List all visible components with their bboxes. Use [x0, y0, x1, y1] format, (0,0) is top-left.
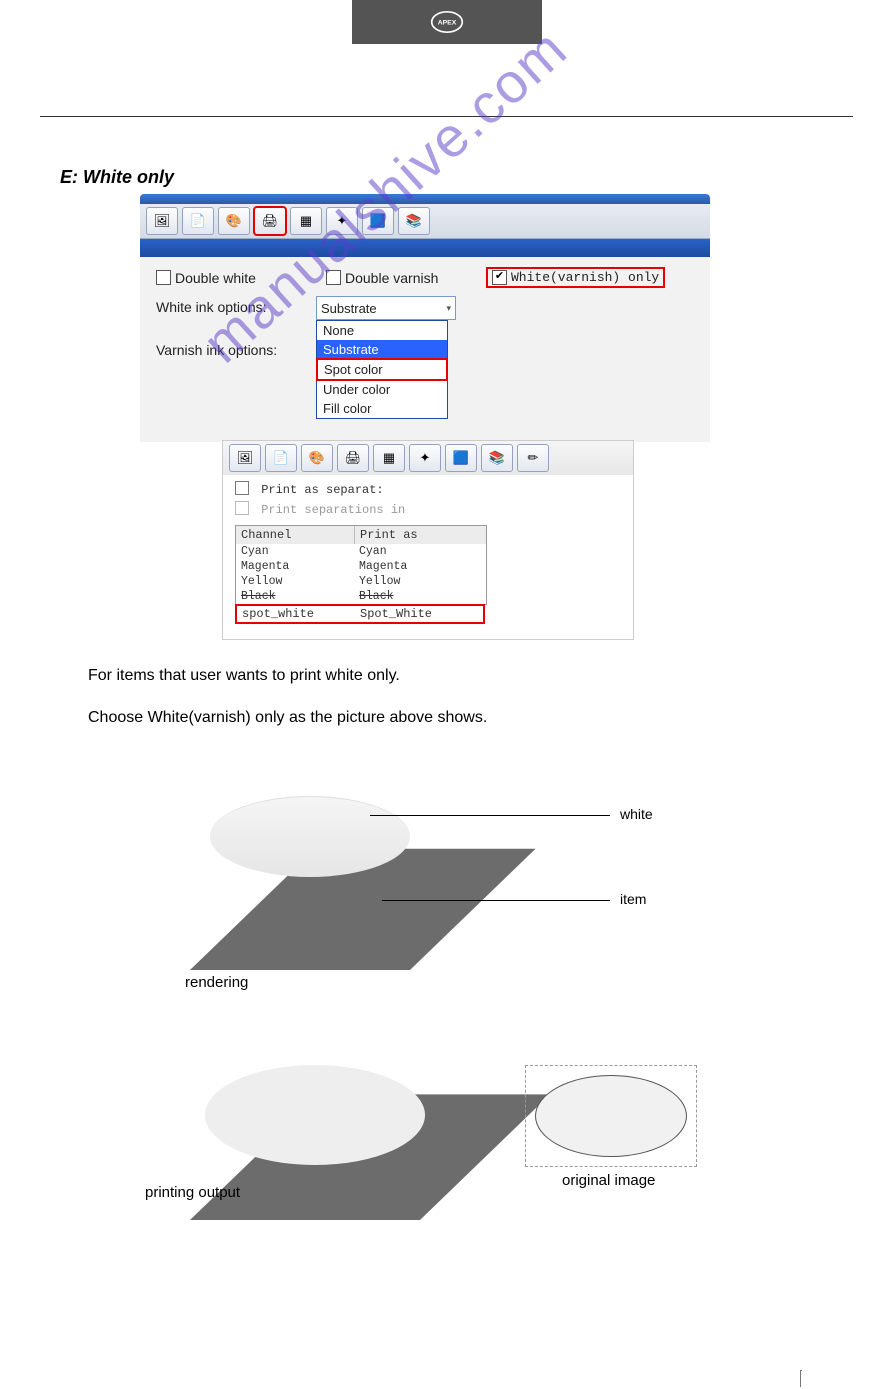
toolbar-btn-6[interactable]: ✦ [326, 207, 358, 235]
toolbar-btn-2[interactable]: 📄 [182, 207, 214, 235]
table-row[interactable]: Yellow Yellow [236, 574, 486, 589]
checkbox-print-as-separat[interactable] [235, 481, 249, 495]
label-white-ink-options: White ink options: [156, 296, 316, 315]
header-bar: APEX [352, 0, 542, 44]
leader-label-white: white [620, 806, 653, 822]
toolbar-btn-1[interactable]: 🖼 [146, 207, 178, 235]
chevron-down-icon: ▾ [446, 303, 451, 314]
screenshot-lower: 🖼 📄 🎨 🖨 ▦ ✦ 🟦 📚 ✏ Print as separat: Prin… [222, 440, 634, 640]
highlight-spot-white-row: spot_white Spot_White [235, 604, 485, 624]
checkbox-double-white[interactable] [156, 270, 171, 285]
diagram-original-oval [535, 1075, 687, 1157]
dropdown-option-spot-color[interactable]: Spot color [316, 358, 448, 381]
tb2-btn-5[interactable]: ▦ [373, 444, 405, 472]
diagram-white-ellipse-2 [205, 1065, 425, 1165]
label-double-varnish: Double varnish [345, 270, 438, 286]
ribbon-strip [140, 239, 710, 257]
dropdown-option-under-color[interactable]: Under color [317, 380, 447, 399]
leader-line-item [382, 900, 610, 901]
dropdown-option-substrate[interactable]: Substrate [317, 340, 447, 359]
dropdown-option-fill-color[interactable]: Fill color [317, 399, 447, 418]
label-white-varnish-only: White(varnish) only [511, 270, 659, 285]
cell-channel: spot_white [237, 606, 355, 622]
diagram-area: white item rendering printing output ori… [60, 770, 833, 1290]
section-title: E: White only [60, 167, 833, 188]
th-printas: Print as [355, 526, 486, 544]
table-row[interactable]: Cyan Cyan [236, 544, 486, 559]
leader-line-white [370, 815, 610, 816]
table-row[interactable]: Black Black [236, 589, 486, 604]
table-row[interactable]: Magenta Magenta [236, 559, 486, 574]
combo-white-ink[interactable]: Substrate ▾ [316, 296, 456, 320]
body-paragraph-2: Choose White(varnish) only as the pictur… [88, 706, 805, 730]
checkbox-double-varnish[interactable] [326, 270, 341, 285]
tb2-btn-6[interactable]: ✦ [409, 444, 441, 472]
options-panel: Double white Double varnish White(varnis… [140, 257, 710, 442]
label-varnish-ink-options: Varnish ink options: [156, 339, 316, 358]
toolbar: 🖼 📄 🎨 🖨 ▦ ✦ 🟦 📚 [140, 204, 710, 239]
screenshot-upper: 🖼 📄 🎨 🖨 ▦ ✦ 🟦 📚 Double white Double varn… [140, 194, 710, 640]
th-channel: Channel [236, 526, 355, 544]
table-row-selected[interactable]: spot_white Spot_White [237, 606, 483, 622]
cell-channel: Black [236, 589, 354, 604]
tb2-btn-3[interactable]: 🎨 [301, 444, 333, 472]
toolbar-btn-8[interactable]: 📚 [398, 207, 430, 235]
cell-printas: Magenta [354, 559, 486, 574]
cell-printas: Yellow [354, 574, 486, 589]
toolbar-btn-3[interactable]: 🎨 [218, 207, 250, 235]
checkbox-white-varnish-only[interactable] [492, 270, 507, 285]
apex-logo-icon: APEX [430, 10, 464, 34]
body-paragraph-1: For items that user wants to print white… [88, 664, 805, 688]
tb2-btn-9[interactable]: ✏ [517, 444, 549, 472]
checkbox-print-separations-in [235, 501, 249, 515]
page-content: manualshive.com E: White only 🖼 📄 🎨 🖨 ▦ … [0, 117, 893, 1330]
dropdown-white-ink: None Substrate Spot color Under color Fi… [316, 320, 448, 419]
dropdown-option-none[interactable]: None [317, 321, 447, 340]
tb2-btn-8[interactable]: 📚 [481, 444, 513, 472]
tb2-btn-2[interactable]: 📄 [265, 444, 297, 472]
caption-printing-output: printing output [145, 1184, 240, 1201]
toolbar-btn-5[interactable]: ▦ [290, 207, 322, 235]
tb2-btn-7[interactable]: 🟦 [445, 444, 477, 472]
highlight-white-varnish-only: White(varnish) only [486, 267, 665, 288]
toolbar-2: 🖼 📄 🎨 🖨 ▦ ✦ 🟦 📚 ✏ [223, 441, 633, 475]
tb2-btn-4[interactable]: 🖨 [337, 444, 369, 472]
toolbar-btn-4-highlighted[interactable]: 🖨 [254, 207, 286, 235]
label-double-white: Double white [175, 270, 256, 286]
cell-printas: Cyan [354, 544, 486, 559]
cell-channel: Magenta [236, 559, 354, 574]
window-titlebar [140, 194, 710, 204]
combo-white-ink-value: Substrate [321, 301, 377, 316]
cell-printas: Spot_White [355, 606, 483, 622]
cell-channel: Yellow [236, 574, 354, 589]
leader-label-item: item [620, 891, 646, 907]
cell-channel: Cyan [236, 544, 354, 559]
tb2-btn-1[interactable]: 🖼 [229, 444, 261, 472]
svg-text:APEX: APEX [437, 20, 456, 27]
caption-original-image: original image [562, 1172, 655, 1189]
footer-mark [800, 1370, 802, 1387]
channel-table: Channel Print as Cyan Cyan Magenta Magen… [235, 525, 487, 605]
diagram-original-image-box [525, 1065, 697, 1167]
toolbar-btn-7[interactable]: 🟦 [362, 207, 394, 235]
caption-rendering: rendering [185, 974, 248, 991]
cell-printas: Black [354, 589, 486, 604]
label-print-separations-in: Print separations in [261, 503, 405, 517]
diagram-white-ellipse-1 [210, 796, 410, 877]
label-print-as-separat: Print as separat: [261, 483, 383, 497]
